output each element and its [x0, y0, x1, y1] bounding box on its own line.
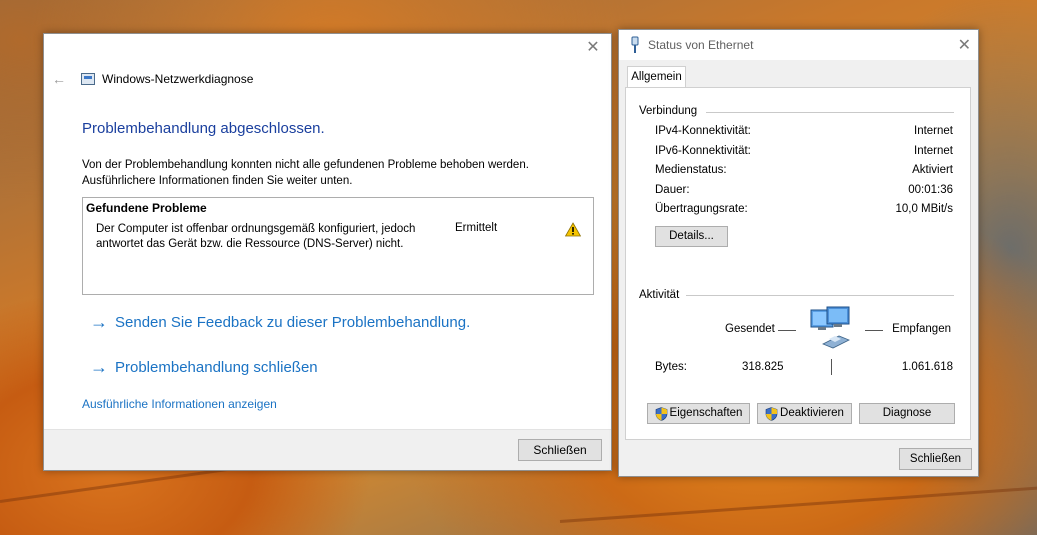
network-diagnostics-window: ✕ ← Windows-Netzwerkdiagnose Problembeha…: [43, 33, 612, 471]
problems-header: Gefundene Probleme: [86, 201, 207, 215]
title-bar: Status von Ethernet ✕: [619, 30, 978, 60]
window-footer: Schließen: [44, 429, 611, 470]
window-header: ← Windows-Netzwerkdiagnose: [52, 69, 253, 89]
tab-general[interactable]: Allgemein: [627, 66, 686, 88]
sent-label: Gesendet: [725, 323, 775, 335]
problem-description: Der Computer ist offenbar ordnungsgemäß …: [96, 223, 416, 250]
close-troubleshooter-label: Problembehandlung schließen: [115, 359, 318, 376]
description-line: Ausführlichere Informationen finden Sie …: [82, 175, 353, 187]
back-arrow-icon[interactable]: ←: [52, 71, 66, 87]
duration-value: 00:01:36: [908, 184, 953, 196]
bytes-label: Bytes:: [655, 361, 687, 373]
problems-found-box: Gefundene Probleme Der Computer ist offe…: [82, 197, 594, 295]
ipv6-value: Internet: [914, 145, 953, 157]
connection-group-label: Verbindung: [639, 105, 698, 117]
received-dash: [865, 330, 883, 331]
ipv4-label: IPv4-Konnektivität:: [655, 125, 751, 137]
network-diagnostics-icon: [81, 73, 95, 85]
close-icon[interactable]: ✕: [583, 38, 603, 58]
arrow-right-icon: →: [90, 312, 108, 332]
close-button[interactable]: Schließen: [518, 439, 602, 461]
disable-button[interactable]: Deaktivieren: [757, 403, 852, 424]
uac-shield-icon: [655, 406, 667, 421]
details-button[interactable]: Details...: [655, 226, 728, 247]
properties-label: Eigenschaften: [669, 407, 743, 419]
speed-label: Übertragungsrate:: [655, 203, 748, 215]
properties-button[interactable]: Eigenschaften: [647, 403, 750, 424]
description-line: Von der Problembehandlung konnten nicht …: [82, 159, 529, 171]
window-title: Status von Ethernet: [648, 38, 754, 52]
ethernet-plug-icon: [631, 36, 639, 53]
ipv6-label: IPv6-Konnektivität:: [655, 145, 751, 157]
group-divider: [706, 112, 954, 113]
page-heading: Problembehandlung abgeschlossen.: [82, 120, 325, 137]
activity-group-label: Aktivität: [639, 289, 680, 301]
warning-icon: [565, 222, 581, 237]
received-label: Empfangen: [892, 323, 951, 335]
uac-shield-icon: [765, 406, 778, 421]
send-feedback-link[interactable]: → Senden Sie Feedback zu dieser Problemb…: [90, 312, 470, 333]
result-description: Von der Problembehandlung konnten nicht …: [82, 157, 582, 189]
ethernet-status-window: Status von Ethernet ✕ Allgemein Verbindu…: [618, 29, 979, 477]
bytes-sent-value: 318.825: [742, 361, 784, 373]
duration-label: Dauer:: [655, 184, 690, 196]
window-title: Windows-Netzwerkdiagnose: [102, 72, 254, 86]
close-icon[interactable]: ✕: [958, 35, 971, 55]
media-status-value: Aktiviert: [912, 164, 953, 176]
problem-status: Ermittelt: [455, 222, 498, 234]
sent-dash: [778, 330, 796, 331]
media-status-label: Medienstatus:: [655, 164, 727, 176]
send-feedback-label: Senden Sie Feedback zu dieser Problembeh…: [115, 314, 471, 331]
disable-label: Deaktivieren: [780, 407, 844, 419]
close-troubleshooter-link[interactable]: → Problembehandlung schließen: [90, 357, 318, 378]
show-details-link[interactable]: Ausführliche Informationen anzeigen: [82, 397, 277, 411]
group-divider: [686, 295, 954, 296]
arrow-right-icon: →: [90, 357, 108, 377]
bytes-received-value: 1.061.618: [901, 361, 953, 373]
diagnose-button[interactable]: Diagnose: [859, 403, 955, 424]
background-leaf-vein: [559, 486, 1037, 523]
ipv4-value: Internet: [914, 125, 953, 137]
close-button[interactable]: Schließen: [899, 448, 972, 470]
speed-value: 10,0 MBit/s: [895, 203, 953, 215]
network-activity-icon: [810, 306, 850, 349]
activity-divider: [831, 359, 832, 375]
tab-panel-general: Verbindung IPv4-Konnektivität: Internet …: [625, 87, 971, 440]
